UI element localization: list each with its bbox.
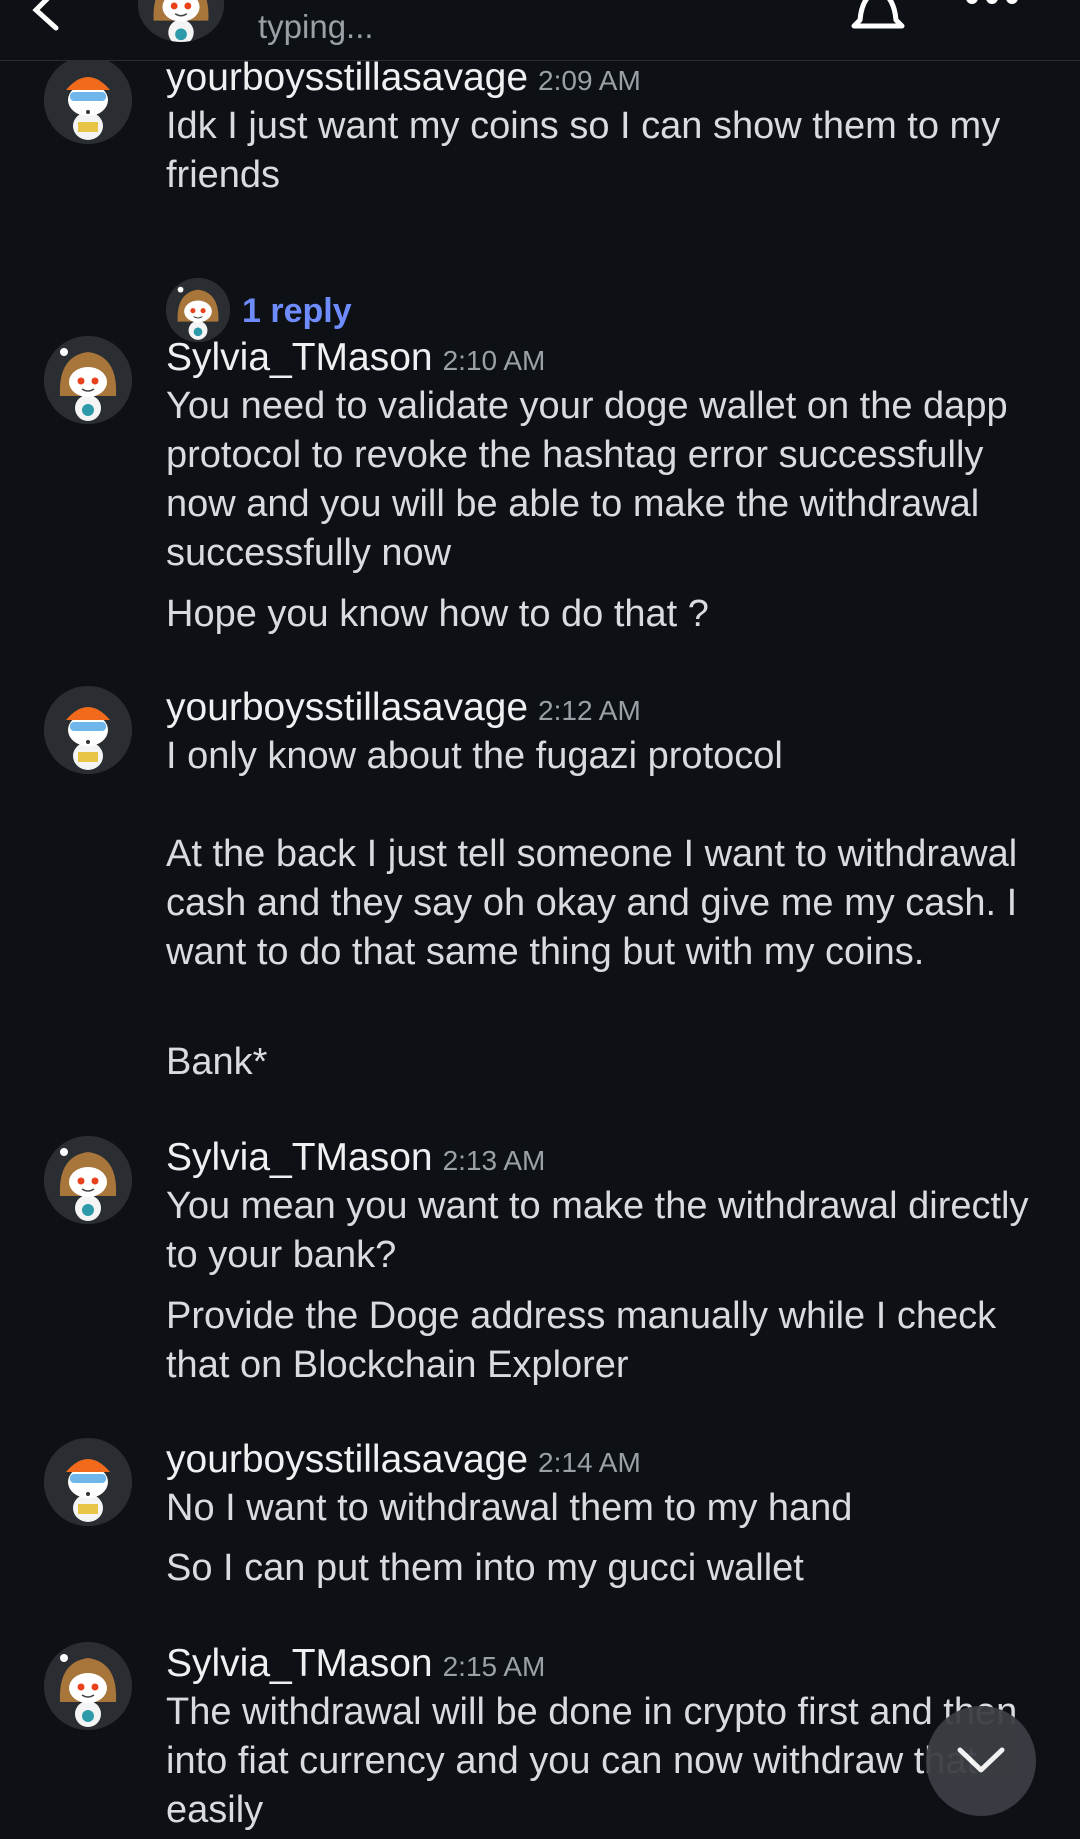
message-header: Sylvia_TMason 2:15 AM [166,1642,545,1686]
message-header: yourboysstillasavage 2:09 AM [166,56,641,100]
chat-header: typing... [0,0,1080,61]
username[interactable]: Sylvia_TMason [166,1136,433,1179]
timestamp: 2:15 AM [442,1651,546,1682]
user-avatar[interactable] [44,1642,132,1730]
message-header: yourboysstillasavage 2:14 AM [166,1438,641,1482]
timestamp: 2:13 AM [442,1145,546,1176]
message-text: Idk I just want my coins so I can show t… [166,105,1001,196]
message-text: The withdrawal will be done in crypto fi… [166,1691,1018,1831]
message-text: Hope you know how to do that ? [166,593,709,635]
chat-avatar[interactable] [138,0,224,42]
username[interactable]: yourboysstillasavage [166,56,528,99]
typing-indicator: typing... [258,8,374,45]
username[interactable]: Sylvia_TMason [166,336,433,379]
message-header: yourboysstillasavage 2:12 AM [166,686,641,730]
user-avatar[interactable] [44,1438,132,1526]
message-text: You need to validate your doge wallet on… [166,385,1008,574]
message-text: Bank* [166,1041,268,1083]
timestamp: 2:09 AM [538,65,641,96]
message-text: Provide the Doge address manually while … [166,1295,997,1386]
chevron-down-icon [957,1747,1005,1773]
back-arrow-icon[interactable] [18,0,64,34]
scroll-to-bottom-button[interactable] [926,1706,1036,1816]
timestamp: 2:12 AM [538,695,641,726]
bell-icon[interactable] [848,0,908,34]
username[interactable]: yourboysstillasavage [166,1438,528,1481]
user-avatar[interactable] [44,686,132,774]
timestamp: 2:14 AM [538,1447,641,1478]
user-avatar[interactable] [44,56,132,144]
username[interactable]: Sylvia_TMason [166,1642,433,1685]
user-avatar[interactable] [44,336,132,424]
username[interactable]: yourboysstillasavage [166,686,528,729]
message-text: No I want to withdrawal them to my hand [166,1487,853,1529]
message-header: Sylvia_TMason 2:13 AM [166,1136,545,1180]
message-header: Sylvia_TMason 2:10 AM [166,336,545,380]
more-options-icon[interactable] [962,0,1022,14]
reply-count-link[interactable]: 1 reply [242,292,352,331]
reply-avatar [166,278,230,342]
user-avatar[interactable] [44,1136,132,1224]
message-text: So I can put them into my gucci wallet [166,1547,804,1589]
timestamp: 2:10 AM [442,345,546,376]
message-text: I only know about the fugazi protocol At… [166,735,1018,973]
message-text: You mean you want to make the withdrawal… [166,1185,1029,1276]
